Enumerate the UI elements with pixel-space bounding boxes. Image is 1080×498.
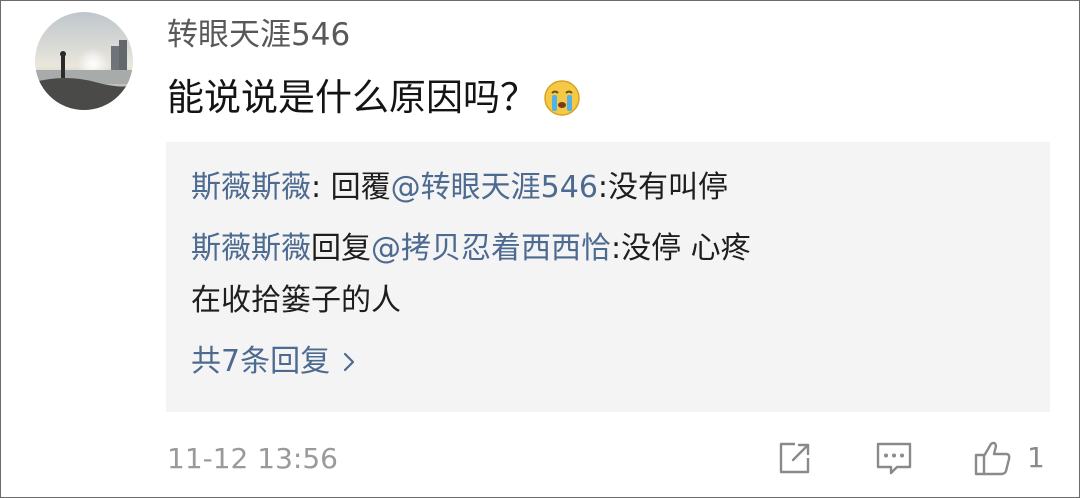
- comment-icon: [876, 442, 912, 475]
- comment-text: 能说说是什么原因吗？: [167, 76, 537, 119]
- reply-author[interactable]: 斯薇斯薇: [191, 170, 311, 205]
- like-button[interactable]: 1: [973, 437, 1045, 479]
- reply-text-continued: 在收拾篓子的人: [191, 283, 401, 318]
- username[interactable]: 转眼天涯546: [167, 13, 350, 57]
- replies-panel: 斯薇斯薇: 回覆@转眼天涯546:没有叫停 斯薇斯薇回复@拷贝忍着西西恰:没停 …: [166, 142, 1050, 412]
- crying-face-icon: [543, 79, 581, 117]
- reply-item[interactable]: 斯薇斯薇回复@拷贝忍着西西恰:没停 心疼: [191, 228, 751, 270]
- reply-text: :没有叫停: [597, 170, 729, 205]
- more-replies-link[interactable]: 共7条回复: [191, 341, 356, 383]
- reply-mention[interactable]: @转眼天涯546: [391, 170, 598, 205]
- reply-text: :没停 心疼: [611, 231, 751, 266]
- share-icon: [779, 442, 810, 474]
- reply-mention[interactable]: @拷贝忍着西西恰: [371, 231, 611, 266]
- avatar[interactable]: [35, 12, 133, 110]
- reply-author[interactable]: 斯薇斯薇: [191, 231, 311, 266]
- like-count: 1: [1027, 441, 1045, 474]
- comment-text-row: 能说说是什么原因吗？: [167, 73, 581, 123]
- timestamp: 11-12 13:56: [167, 442, 338, 475]
- thumbs-up-icon: [974, 441, 1011, 476]
- reply-separator: :: [311, 170, 331, 205]
- reply-verb: 回覆: [330, 170, 391, 205]
- share-button[interactable]: [775, 439, 813, 477]
- reply-button[interactable]: [875, 439, 913, 477]
- chevron-right-icon: [343, 352, 355, 372]
- reply-verb: 回复: [311, 231, 371, 266]
- more-replies-label: 共7条回复: [191, 344, 331, 379]
- comment-card: 转眼天涯546 能说说是什么原因吗？ 斯薇斯薇: 回覆@转眼天涯546:没有叫停…: [0, 0, 1080, 498]
- reply-item[interactable]: 斯薇斯薇: 回覆@转眼天涯546:没有叫停: [191, 167, 728, 209]
